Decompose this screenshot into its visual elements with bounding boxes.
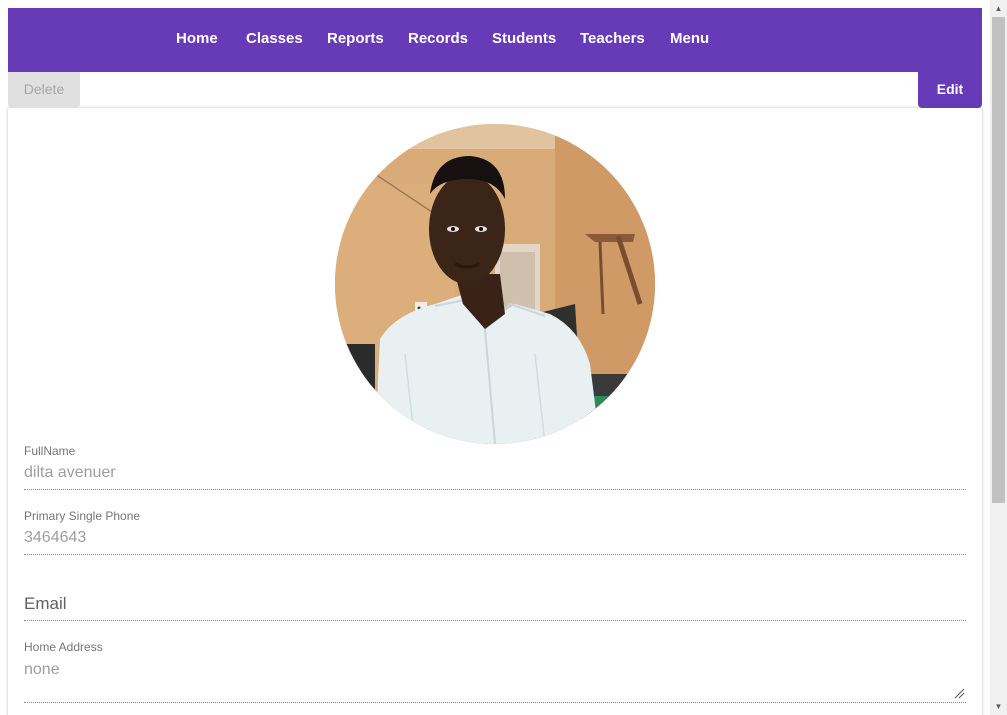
phone-value[interactable]: 3464643 <box>24 529 86 547</box>
fullname-value[interactable]: dilta avenuer <box>24 464 116 482</box>
address-label: Home Address <box>24 640 103 654</box>
top-navbar: Home Classes Reports Records Students Te… <box>8 8 982 72</box>
nav-home[interactable]: Home <box>176 8 218 72</box>
nav-teachers[interactable]: Teachers <box>580 8 645 72</box>
phone-label: Primary Single Phone <box>24 509 141 523</box>
nav-reports[interactable]: Reports <box>327 8 384 72</box>
phone-underline <box>24 554 966 555</box>
nav-menu[interactable]: Menu <box>670 8 709 72</box>
address-field[interactable]: Home Address none <box>24 640 966 704</box>
arrow-down-icon[interactable]: ▼ <box>990 698 1007 715</box>
email-underline <box>24 620 966 621</box>
page: Home Classes Reports Records Students Te… <box>0 0 990 715</box>
scroll-thumb[interactable] <box>992 17 1005 503</box>
fullname-underline <box>24 489 966 490</box>
resize-grip-icon[interactable] <box>954 688 965 699</box>
email-field[interactable]: Email <box>24 594 966 622</box>
email-placeholder[interactable]: Email <box>24 594 67 614</box>
vertical-scrollbar[interactable]: ▲ ▼ <box>990 0 1007 715</box>
avatar <box>335 124 655 444</box>
address-underline <box>24 702 966 703</box>
profile-photo <box>335 124 655 444</box>
phone-field[interactable]: Primary Single Phone 3464643 <box>24 509 966 555</box>
nav-records[interactable]: Records <box>408 8 468 72</box>
delete-button[interactable]: Delete <box>8 72 80 108</box>
edit-button[interactable]: Edit <box>918 72 982 108</box>
arrow-up-icon[interactable]: ▲ <box>990 0 1007 17</box>
nav-classes[interactable]: Classes <box>246 8 303 72</box>
address-value[interactable]: none <box>24 661 60 679</box>
fullname-label: FullName <box>24 444 76 458</box>
fullname-field[interactable]: FullName dilta avenuer <box>24 444 966 490</box>
nav-students[interactable]: Students <box>492 8 556 72</box>
